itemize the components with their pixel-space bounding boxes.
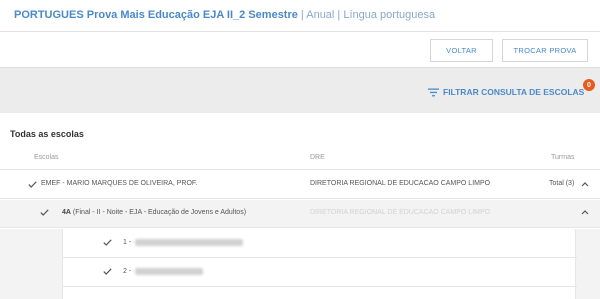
chevron-up-icon[interactable] <box>581 209 589 215</box>
check-icon[interactable] <box>28 181 37 188</box>
school-row[interactable]: EMEF - MARIO MARQUES DE OLIVEIRA, PROF. … <box>0 170 600 199</box>
schools-panel: Todas as escolas Escolas DRE Turmas EMEF… <box>0 113 600 299</box>
voltar-button[interactable]: VOLTAR <box>430 39 493 62</box>
check-icon[interactable] <box>103 268 112 275</box>
top-bar: PORTUGUES Prova Mais Educação EJA II_2 S… <box>0 0 600 32</box>
check-icon[interactable] <box>40 209 49 216</box>
column-header-escolas: Escolas <box>34 154 59 161</box>
filter-lines-icon <box>428 88 439 96</box>
turma-code: 4A <box>62 209 71 216</box>
page-title: PORTUGUES Prova Mais Educação EJA II_2 S… <box>14 9 435 21</box>
student-number: 2 - <box>123 268 132 275</box>
redacted-student-name <box>135 239 243 246</box>
turmas-total: Total (3) <box>549 180 575 187</box>
filter-label: FILTRAR CONSULTA DE ESCOLAS <box>443 87 585 97</box>
filter-schools-button[interactable]: FILTRAR CONSULTA DE ESCOLAS <box>428 86 584 98</box>
column-header-dre: DRE <box>310 154 325 161</box>
chevron-up-icon[interactable] <box>581 181 589 187</box>
turma-label: 4A (Final - II - Noite - EJA - Educação … <box>62 209 246 216</box>
school-name: EMEF - MARIO MARQUES DE OLIVEIRA, PROF. <box>41 180 198 187</box>
panel-title: Todas as escolas <box>10 129 84 139</box>
trocar-prova-button[interactable]: TROCAR PROVA <box>502 39 588 62</box>
exam-title: PORTUGUES Prova Mais Educação EJA II_2 S… <box>14 9 298 21</box>
column-header-turmas: Turmas <box>551 154 575 161</box>
turma-dre: DIRETORIA REGIONAL DE EDUCACAO CAMPO LIM… <box>310 209 491 216</box>
students-area: 1 - 2 - <box>0 229 600 299</box>
students-list: 1 - 2 - <box>62 229 577 299</box>
student-number: 1 - <box>123 239 132 246</box>
exam-subtitle: | Anual | Língua portuguesa <box>297 9 436 21</box>
school-dre: DIRETORIA REGIONAL DE EDUCACAO CAMPO LIM… <box>310 180 491 187</box>
turma-description: (Final - II - Noite - EJA - Educação de … <box>70 209 247 216</box>
turma-row[interactable]: 4A (Final - II - Noite - EJA - Educação … <box>0 200 600 228</box>
filter-count-badge: 0 <box>583 79 595 91</box>
student-row[interactable]: 2 - <box>63 258 577 287</box>
student-row[interactable]: 1 - <box>63 229 577 258</box>
redacted-student-name <box>135 268 203 275</box>
check-icon[interactable] <box>103 239 112 246</box>
action-bar: VOLTAR TROCAR PROVA <box>0 32 600 68</box>
